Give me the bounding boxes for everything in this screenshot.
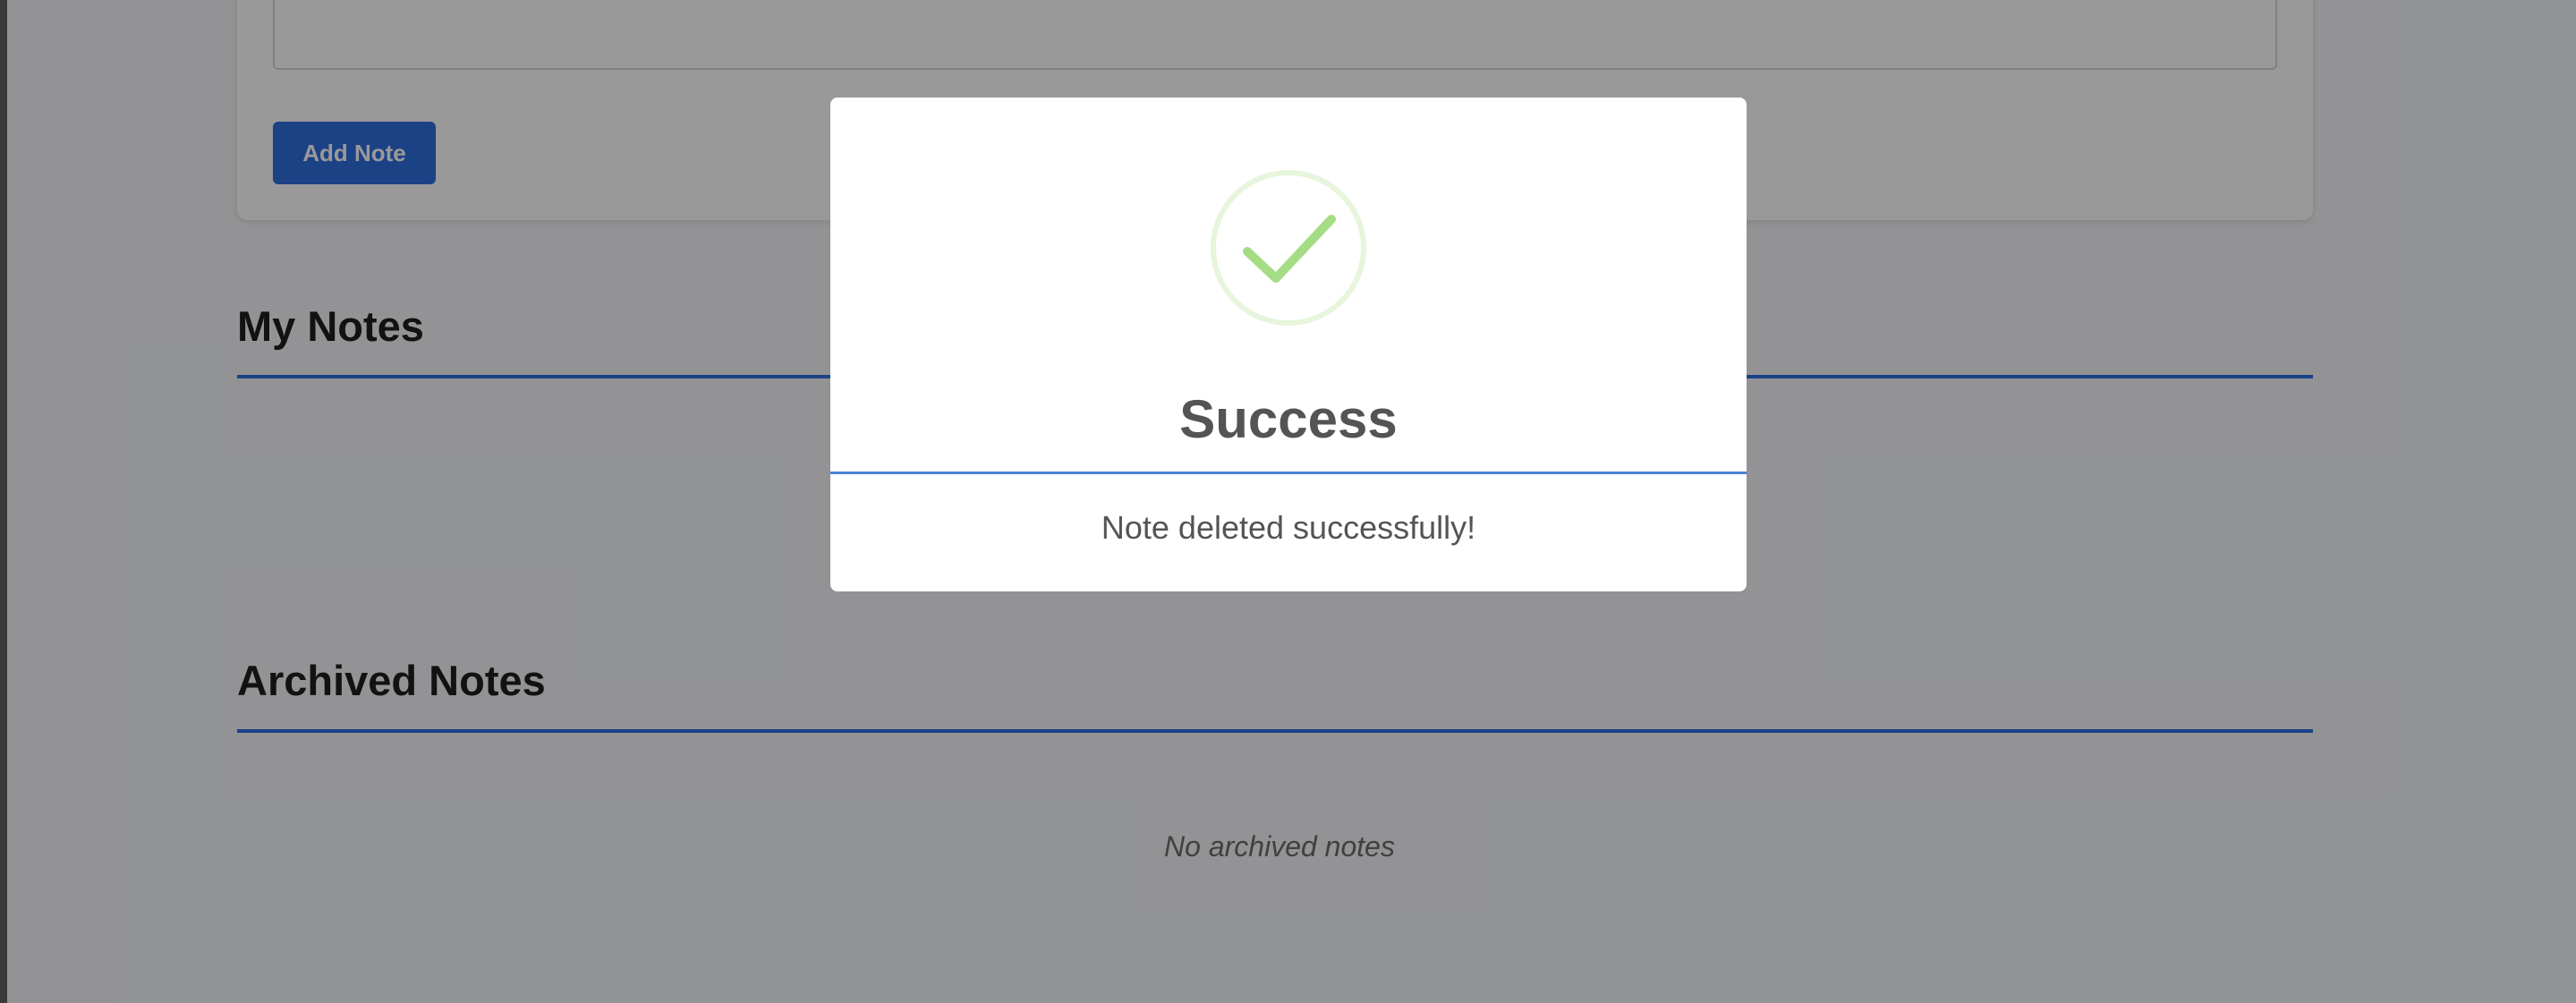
window-edge [0,0,7,1003]
dialog-title: Success [1179,389,1398,449]
dialog-divider [830,472,1747,474]
success-checkmark-icon [1211,170,1366,326]
dialog-message: Note deleted successfully! [1101,509,1476,546]
success-dialog: Success Note deleted successfully! [830,98,1747,591]
